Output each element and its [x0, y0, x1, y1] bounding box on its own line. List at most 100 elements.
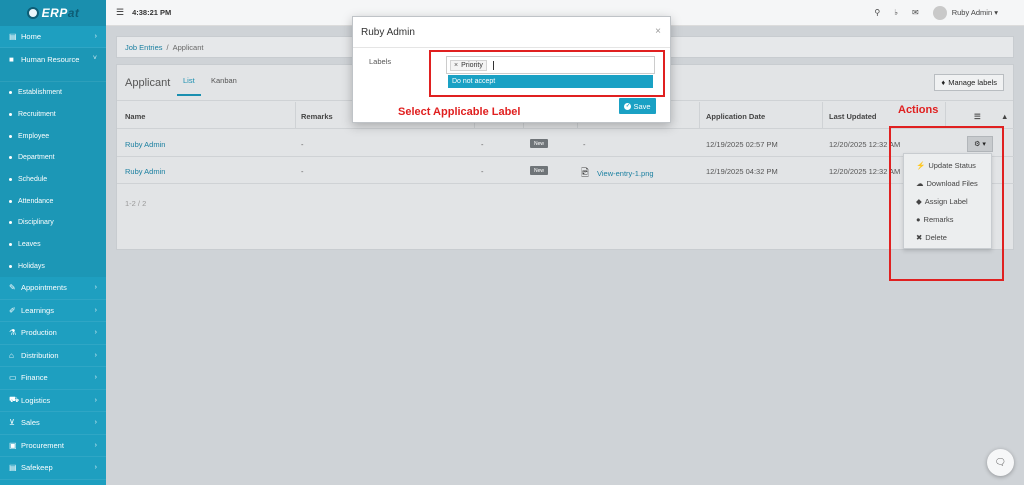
- sidebar-subitem-employee[interactable]: Employee: [0, 125, 106, 148]
- sidebar-subitem-label: Disciplinary: [18, 219, 54, 227]
- status-badge: New: [530, 166, 548, 175]
- chevron-right-icon: ›: [94, 441, 97, 449]
- envelope-icon[interactable]: ✉: [912, 8, 919, 17]
- sidebar-item-label: Home: [21, 32, 42, 41]
- applicant-name-link[interactable]: Ruby Admin: [125, 167, 165, 176]
- sidebar-subitem-holidays[interactable]: Holidays: [0, 255, 106, 278]
- sidebar-subitem-label: Recruitment: [18, 111, 56, 119]
- topbar-right: ⚲ ♭ ✉ Ruby Admin ▾: [874, 5, 998, 20]
- sidebar-subitem-leaves[interactable]: Leaves: [0, 233, 106, 256]
- sidebar-item-home[interactable]: ▤ Home ›: [0, 26, 106, 48]
- sidebar-subitem-schedule[interactable]: Schedule: [0, 168, 106, 191]
- bag-icon: ▣: [9, 440, 17, 450]
- pagination-info: 1-2 / 2: [125, 199, 147, 208]
- sidebar-item-finance[interactable]: ▭ Finance ›: [0, 367, 106, 390]
- hamburger-icon[interactable]: ☰: [116, 7, 124, 18]
- sidebar-item-label: Finance: [21, 373, 48, 383]
- sidebar-item-label: Procurement: [21, 440, 64, 450]
- breadcrumb-current: Applicant: [172, 42, 204, 52]
- tab-kanban[interactable]: Kanban: [211, 76, 237, 85]
- manage-labels-button[interactable]: ♦ Manage labels: [934, 74, 1004, 91]
- manage-labels-label: Manage labels: [948, 78, 997, 87]
- briefcase-icon: ■: [9, 55, 14, 64]
- sidebar-item-sales[interactable]: ⊻ Sales ›: [0, 412, 106, 435]
- page-title: Applicant: [125, 77, 171, 89]
- column-divider: [699, 102, 700, 129]
- sidebar-subitem-establishment[interactable]: Establishment: [0, 82, 106, 104]
- sort-up-icon[interactable]: ▲: [1001, 112, 1008, 121]
- sidebar-item-label: Safekeep: [21, 463, 53, 473]
- cart-icon: ⊻: [9, 418, 15, 428]
- chevron-right-icon: ›: [94, 329, 97, 337]
- sidebar: ERPat ▤ Home › ■ Human Resource ˅ Establ…: [0, 0, 106, 485]
- sidebar-subitem-label: Department: [18, 154, 55, 162]
- bullet-icon: [9, 221, 12, 225]
- file-link[interactable]: View-entry-1.png: [597, 169, 654, 178]
- sidebar-subitem-attendance[interactable]: Attendance: [0, 190, 106, 213]
- chevron-right-icon: ›: [94, 351, 97, 359]
- remarks-cell: -: [301, 167, 304, 176]
- sidebar-item-label: Production: [21, 328, 57, 338]
- bullet-icon: [9, 91, 12, 95]
- home-icon: ▤: [9, 32, 17, 41]
- edit-icon: ✎: [9, 283, 16, 293]
- chevron-right-icon: ›: [94, 419, 97, 427]
- sidebar-item-label: Appointments: [21, 283, 67, 293]
- chevron-right-icon: ›: [94, 284, 97, 292]
- bullet-icon: [9, 156, 12, 160]
- dash-cell: -: [481, 167, 484, 176]
- sidebar-subitem-label: Leaves: [18, 241, 41, 249]
- sidebar-subitem-label: Employee: [18, 132, 50, 140]
- check-circle-icon: ✓: [624, 102, 632, 110]
- annotation-select-label: Select Applicable Label: [398, 106, 521, 118]
- sidebar-subitem-department[interactable]: Department: [0, 147, 106, 169]
- bell-icon[interactable]: ♭: [894, 8, 898, 17]
- column-application-date[interactable]: Application Date: [706, 112, 765, 121]
- save-button[interactable]: ✓ Save: [619, 98, 656, 114]
- annotation-actions: Actions: [898, 104, 939, 116]
- truck-icon: ⛟: [9, 395, 20, 405]
- close-icon[interactable]: ×: [655, 26, 661, 37]
- money-icon: ▭: [9, 373, 17, 383]
- labels-field-label: Labels: [369, 57, 392, 66]
- annotation-box-labels: [429, 50, 665, 97]
- sidebar-item-human-resource[interactable]: ■ Human Resource ˅: [0, 48, 106, 82]
- sidebar-item-label: Distribution: [21, 350, 59, 360]
- sidebar-item-distribution[interactable]: ⌂ Distribution ›: [0, 345, 106, 368]
- tab-list[interactable]: List: [177, 76, 201, 96]
- sidebar-item-safekeep[interactable]: ▤ Safekeep ›: [0, 457, 106, 480]
- modal-header: Ruby Admin: [353, 17, 670, 48]
- sidebar-item-production[interactable]: ⚗ Production ›: [0, 322, 106, 345]
- application-date-cell: 12/19/2025 04:32 PM: [706, 167, 778, 176]
- logo[interactable]: ERPat: [0, 0, 106, 26]
- chat-button[interactable]: 🗨: [987, 449, 1014, 476]
- column-remarks[interactable]: Remarks: [301, 112, 333, 121]
- chevron-right-icon: ›: [94, 306, 97, 314]
- user-menu[interactable]: Ruby Admin ▾: [932, 5, 998, 20]
- sidebar-subitem-label: Attendance: [18, 197, 54, 205]
- table-row: Ruby Admin - - New - 12/19/2025 02:57 PM…: [117, 130, 1015, 157]
- sidebar-item-learnings[interactable]: ✐ Learnings ›: [0, 300, 106, 323]
- sidebar-item-logistics[interactable]: ⛟ Logistics ›: [0, 390, 106, 413]
- column-settings-icon[interactable]: ☰: [974, 112, 981, 121]
- sidebar-item-label: Learnings: [21, 305, 54, 315]
- sidebar-subitem-label: Schedule: [18, 176, 48, 184]
- sidebar-subitem-recruitment[interactable]: Recruitment: [0, 103, 106, 126]
- sidebar-item-label: Human Resource: [21, 55, 80, 64]
- save-label: Save: [633, 101, 651, 111]
- bullet-icon: [9, 243, 12, 247]
- breadcrumb-job-entries[interactable]: Job Entries: [125, 43, 163, 52]
- dash-cell: -: [481, 140, 484, 149]
- applicant-name-link[interactable]: Ruby Admin: [125, 140, 165, 149]
- logo-text-secondary: at: [67, 6, 80, 20]
- sidebar-item-appointments[interactable]: ✎ Appointments ›: [0, 277, 106, 300]
- column-name[interactable]: Name: [125, 112, 145, 121]
- sidebar-subitem-disciplinary[interactable]: Disciplinary: [0, 212, 106, 234]
- sidebar-item-procurement[interactable]: ▣ Procurement ›: [0, 435, 106, 458]
- chevron-right-icon: ›: [94, 396, 97, 404]
- logo-mark-icon: [26, 7, 39, 19]
- column-last-updated[interactable]: Last Updated: [829, 112, 877, 121]
- column-divider: [295, 102, 296, 129]
- search-icon[interactable]: ⚲: [874, 8, 880, 17]
- sidebar-subitem-label: Holidays: [18, 262, 45, 270]
